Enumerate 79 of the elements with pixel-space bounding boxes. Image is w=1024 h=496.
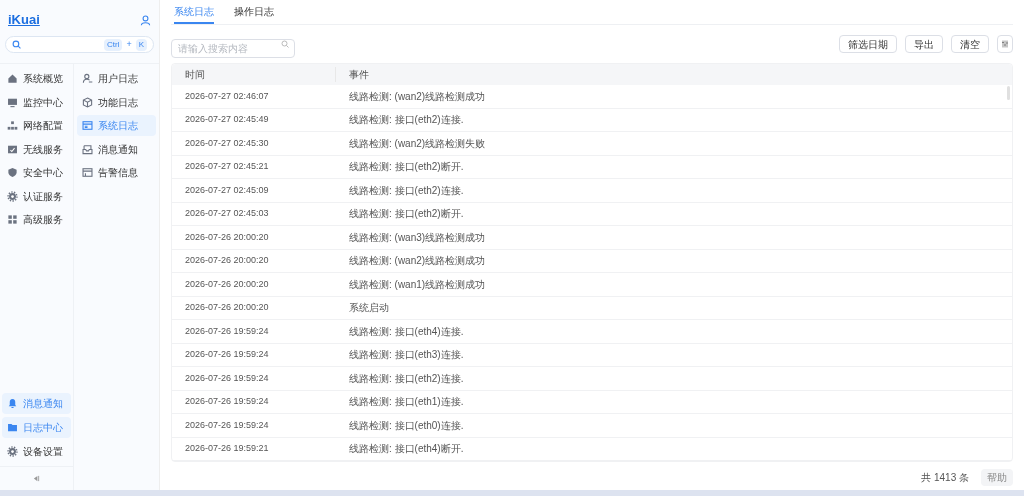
table-cell-text: 系统启动 bbox=[349, 301, 389, 316]
table-cell-text: 线路检测: (wan1)线路检测成功 bbox=[349, 277, 486, 292]
table-cell-text: 线路检测: 接口(eth2)断开. bbox=[349, 160, 464, 175]
table-cell: 2026-07-27 02:45:09 bbox=[185, 184, 269, 195]
column-header: 时间 bbox=[185, 69, 205, 80]
nav-item[interactable]: 监控中心 bbox=[2, 91, 71, 113]
nav-item[interactable]: 网络配置 bbox=[2, 115, 71, 136]
gear-icon bbox=[7, 190, 18, 202]
home-icon bbox=[7, 73, 18, 84]
table-cell: 2026-07-26 19:59:24 bbox=[185, 325, 269, 336]
table-cell-text: 线路检测: 接口(eth4)断开. bbox=[349, 442, 464, 457]
toolbar-button[interactable]: 清空 bbox=[951, 35, 989, 53]
table-cell-text: 线路检测: 接口(eth3)连接. bbox=[349, 348, 464, 363]
bell-icon bbox=[7, 398, 18, 409]
inbox-icon bbox=[82, 143, 93, 155]
folder-icon bbox=[7, 422, 18, 433]
table-cell: 2026-07-27 02:45:49 bbox=[185, 114, 269, 124]
columns-button[interactable] bbox=[997, 35, 1013, 53]
help-link[interactable]: 帮助 bbox=[981, 469, 1013, 486]
table-cell-text: 线路检测: 接口(eth0)连接. bbox=[349, 418, 464, 433]
table-cell-text: 线路检测: 接口(eth4)连接. bbox=[349, 324, 464, 339]
tab[interactable]: 系统日志 bbox=[174, 4, 214, 24]
search-icon bbox=[281, 39, 289, 48]
nav-item[interactable]: 无线服务 bbox=[2, 138, 71, 160]
toolbar-button[interactable]: 导出 bbox=[905, 35, 943, 53]
nav-item[interactable]: 认证服务 bbox=[2, 185, 71, 207]
table-cell: 2026-07-26 20:00:20 bbox=[185, 302, 269, 312]
search-field[interactable]: Ctrl + K bbox=[5, 36, 154, 53]
key-cap: K bbox=[135, 38, 147, 51]
table-cell: 2026-07-27 02:46:07 bbox=[185, 90, 269, 101]
table-cell-text: 线路检测: (wan2)线路检测失败 bbox=[349, 136, 486, 151]
table-cell-text: 线路检测: 接口(eth2)断开. bbox=[349, 207, 464, 222]
network-icon bbox=[7, 120, 18, 131]
table-cell: 2026-07-26 19:59:24 bbox=[185, 396, 269, 406]
logo: iKuai bbox=[8, 11, 40, 30]
search-field[interactable]: 请输入搜索内容 bbox=[171, 38, 295, 58]
key-cap: Ctrl bbox=[103, 38, 123, 51]
table-cell: 2026-07-27 02:45:30 bbox=[185, 137, 269, 148]
table-cell: 2026-07-26 20:00:20 bbox=[185, 231, 269, 242]
window-icon bbox=[82, 120, 93, 131]
table-cell-text: 线路检测: 接口(eth2)连接. bbox=[349, 183, 464, 198]
tab[interactable]: 操作日志 bbox=[234, 4, 274, 24]
table-cell: 2026-07-26 19:59:24 bbox=[185, 419, 269, 430]
table-cell-text: 线路检测: 接口(eth1)连接. bbox=[349, 395, 464, 410]
nav-item[interactable]: 告警信息 bbox=[77, 162, 156, 183]
nav-item[interactable]: 用户日志 bbox=[77, 68, 156, 89]
nav-item[interactable]: 设备设置 bbox=[2, 441, 71, 462]
panel-icon bbox=[82, 167, 93, 178]
toolbar-button[interactable]: 筛选日期 bbox=[839, 35, 897, 53]
nav-item[interactable]: 安全中心 bbox=[2, 162, 71, 183]
table-cell: 2026-07-26 19:59:21 bbox=[185, 443, 269, 453]
table-cell: 2026-07-26 20:00:20 bbox=[185, 255, 269, 265]
nav-item[interactable]: 消息通知 bbox=[77, 138, 156, 160]
table-cell: 2026-07-27 02:45:03 bbox=[185, 208, 269, 218]
table-cell-text: 线路检测: (wan3)线路检测成功 bbox=[349, 230, 486, 245]
nav-item[interactable]: 系统概览 bbox=[2, 68, 71, 89]
table-cell: 2026-07-27 02:45:21 bbox=[185, 161, 269, 171]
plus-text: + bbox=[126, 37, 132, 51]
table-cell-text: 线路检测: (wan2)线路检测成功 bbox=[349, 89, 486, 104]
grid-icon bbox=[7, 214, 18, 225]
table-cell: 2026-07-26 19:59:24 bbox=[185, 349, 269, 359]
nav-item[interactable]: 高级服务 bbox=[2, 209, 71, 230]
collapse-icon[interactable] bbox=[33, 475, 40, 482]
table-cell: 2026-07-26 19:59:24 bbox=[185, 372, 269, 383]
search-icon bbox=[12, 40, 21, 49]
total-count: 共 1413 条 bbox=[921, 471, 969, 485]
user-icon bbox=[82, 73, 93, 84]
table-cell-text: 线路检测: 接口(eth2)连接. bbox=[349, 371, 464, 386]
checkbox-icon bbox=[7, 143, 18, 155]
table-cell-text: 线路检测: (wan2)线路检测成功 bbox=[349, 254, 486, 269]
table-cell: 2026-07-26 20:00:20 bbox=[185, 278, 269, 289]
cube-icon bbox=[82, 96, 93, 108]
table-cell-text: 线路检测: 接口(eth2)连接. bbox=[349, 113, 464, 128]
nav-item[interactable]: 功能日志 bbox=[77, 91, 156, 113]
monitor-icon bbox=[7, 96, 18, 108]
user-icon[interactable] bbox=[140, 14, 151, 26]
gear-icon bbox=[7, 446, 18, 457]
shield-icon bbox=[7, 167, 18, 178]
column-header: 事件 bbox=[349, 68, 369, 82]
